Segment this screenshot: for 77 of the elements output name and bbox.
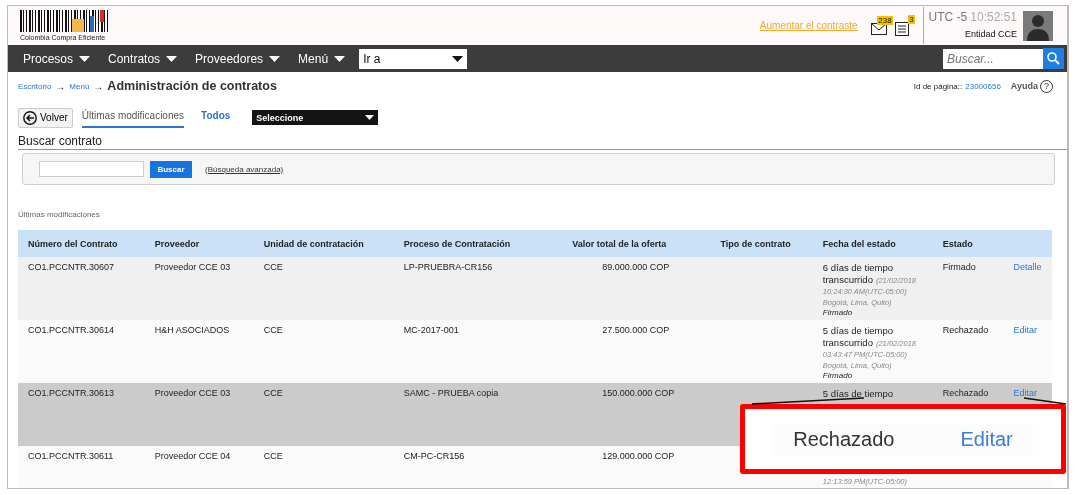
- table-cell: CCE: [263, 451, 283, 461]
- advanced-search-link[interactable]: (Búsqueda avanzada): [205, 164, 284, 174]
- table-cell: 27.500.000 COP: [602, 325, 670, 335]
- nav-menu-item[interactable]: Contratos: [100, 51, 186, 66]
- breadcrumb-link[interactable]: Escritorio: [18, 81, 52, 91]
- status-text: Rechazado: [942, 388, 989, 398]
- section-title: Buscar contrato: [18, 134, 1067, 150]
- table-cell: H&H ASOCIADOS: [154, 325, 230, 335]
- breadcrumb-separator: →: [93, 80, 104, 92]
- table-cell: CO1.PCCNTR.30611: [28, 451, 114, 461]
- breadcrumb-link[interactable]: Menú: [69, 81, 90, 91]
- back-button[interactable]: Volver: [18, 107, 73, 128]
- count-badge: 238: [877, 15, 893, 25]
- search-field[interactable]: Buscar...: [943, 48, 1043, 69]
- status-text: Firmado: [942, 262, 976, 272]
- document-icon[interactable]: [894, 21, 909, 36]
- tab[interactable]: Todos: [201, 107, 231, 128]
- timezone-label: UTC -5: [928, 10, 968, 24]
- search-button[interactable]: [1043, 48, 1064, 69]
- column-header: Proceso de Contratación: [393, 230, 543, 257]
- status-text: Rechazado: [942, 325, 989, 335]
- table-cell: 89.000.000 COP: [602, 262, 670, 272]
- table-cell: Proveedor CCE 03: [154, 388, 231, 398]
- date-state: Firmado: [822, 308, 854, 317]
- table-cell: Proveedor CCE 04: [154, 451, 231, 461]
- table-cell: CCE: [263, 388, 283, 398]
- table-cell: LP-PRUEBRA-CR156: [403, 262, 493, 272]
- table-cell: 150.000.000 COP: [602, 388, 675, 398]
- user-name: Entidad CCE: [964, 29, 1017, 39]
- table-cell: 129.000.000 COP: [602, 451, 675, 461]
- row-action-link[interactable]: Editar: [1013, 325, 1038, 335]
- column-header: Fecha del estado: [812, 230, 933, 257]
- breadcrumb-separator: →: [55, 80, 66, 92]
- barcode-logo-icon: [20, 10, 108, 32]
- page-id-link[interactable]: 23000656: [965, 81, 1001, 91]
- table-cell: MC-2017-001: [403, 325, 459, 335]
- caret-icon: [79, 55, 91, 62]
- column-header: Tipo de contrato: [710, 230, 813, 257]
- table-cell: CO1.PCCNTR.30614: [28, 325, 115, 335]
- date-state: Firmado: [822, 371, 854, 380]
- caret-icon: [334, 55, 346, 62]
- nav-menu-item[interactable]: Proveedores: [187, 51, 289, 66]
- column-header: Valor total de la oferta: [542, 230, 711, 257]
- table-cell: SAMC - PRUEBA copia: [403, 388, 499, 398]
- count-badge: 3: [908, 14, 915, 24]
- status-date-text: 5 días de tiempo: [822, 388, 895, 400]
- contract-search-field[interactable]: [39, 161, 144, 177]
- column-header: Proveedor: [144, 230, 254, 257]
- zoomed-status-text: Rechazado: [793, 427, 895, 451]
- nav-menu-item[interactable]: Procesos: [15, 51, 99, 66]
- search-button[interactable]: Buscar: [150, 160, 192, 178]
- caret-icon: [166, 55, 178, 62]
- column-header: Unidad de contratación: [253, 230, 394, 257]
- list-label: Últimas modificaciones: [18, 210, 101, 219]
- row-action-link[interactable]: Detalle: [1013, 262, 1042, 272]
- avatar-silhouette-icon[interactable]: [1023, 10, 1053, 41]
- caret-icon: [269, 55, 281, 62]
- table-cell: CO1.PCCNTR.30613: [28, 388, 115, 398]
- search-icon: [1047, 52, 1060, 65]
- clock-time: 10:52:51: [970, 10, 1017, 24]
- table-cell: CO1.PCCNTR.30607: [28, 262, 115, 272]
- page-id-label: Id de página::: [913, 81, 963, 91]
- tab[interactable]: Últimas modificaciones: [81, 107, 185, 128]
- column-header: Número del Contrato: [18, 230, 145, 257]
- table-cell: Proveedor CCE 03: [154, 262, 231, 272]
- nav-menu-item[interactable]: Menú: [290, 51, 354, 66]
- filter-dropdown[interactable]: Seleccione: [252, 110, 379, 125]
- help-link[interactable]: Ayuda: [1010, 81, 1038, 91]
- table-cell: CCE: [263, 262, 283, 272]
- back-arrow-icon: [23, 110, 37, 125]
- caret-icon: [365, 115, 375, 120]
- page-title: Administración de contratos: [107, 79, 277, 93]
- caret-icon: [452, 55, 464, 62]
- goto-dropdown[interactable]: Ir a: [359, 48, 468, 69]
- table-cell: CCE: [263, 325, 283, 335]
- table-cell: CM-PC-CR156: [403, 451, 465, 461]
- column-header: Estado: [932, 230, 1004, 257]
